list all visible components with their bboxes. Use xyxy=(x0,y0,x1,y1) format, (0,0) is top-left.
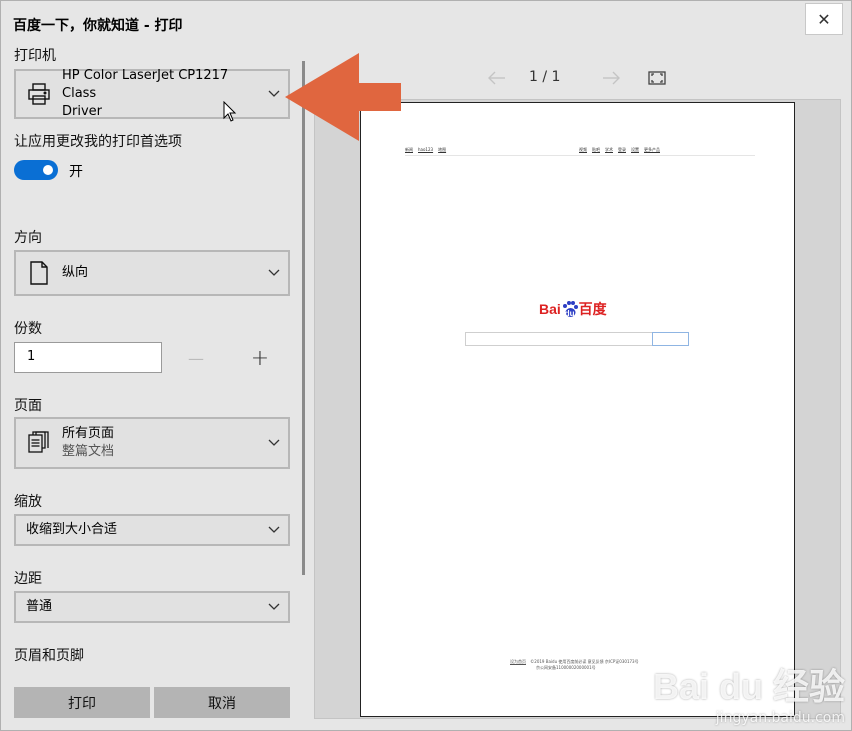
app-pref-toggle[interactable] xyxy=(14,160,58,180)
printer-icon xyxy=(16,82,62,106)
decrement-button[interactable]: — xyxy=(182,344,210,372)
print-button[interactable]: 打印 xyxy=(14,687,150,718)
preview-search-button xyxy=(652,332,689,346)
printer-dropdown[interactable]: HP Color LaserJet CP1217 Class Driver xyxy=(14,68,290,119)
header-footer-label: 页眉和页脚 xyxy=(14,648,84,664)
copies-input[interactable]: 1 xyxy=(14,342,162,373)
preview-link: 学术 xyxy=(605,147,613,152)
dialog-title: 百度一下，你就知道 - 打印 xyxy=(13,18,183,34)
annotation-arrow-icon xyxy=(285,53,401,141)
next-page-button[interactable] xyxy=(601,67,621,89)
preview-page: 新闻 hao123 地图 视频 贴吧 学术 登录 设置 更多产品 Bai du … xyxy=(360,102,795,717)
pages-line1: 所有页面 xyxy=(62,426,115,441)
plus-icon: + xyxy=(250,345,270,371)
preview-top-left-links: 新闻 hao123 地图 xyxy=(405,147,446,153)
preview-link: 设置 xyxy=(631,147,639,152)
preview-link: 地图 xyxy=(438,147,447,152)
baidu-logo: Bai du 百度 xyxy=(539,299,607,319)
preview-top-right-links: 视频 贴吧 学术 登录 设置 更多产品 xyxy=(579,147,660,153)
close-button[interactable]: ✕ xyxy=(805,3,843,35)
pages-icon xyxy=(16,431,62,455)
baidu-jingyan-watermark: Bai du 经验 jingyan.baidu.com xyxy=(653,658,845,726)
print-dialog: 百度一下，你就知道 - 打印 ✕ 打印机 HP Color LaserJet C… xyxy=(0,0,852,731)
logo-text-du: du xyxy=(564,308,575,318)
watermark-brand: Bai du 经验 xyxy=(652,666,845,707)
chevron-down-icon xyxy=(260,439,288,447)
minus-icon: — xyxy=(188,348,204,368)
preview-link: 更多产品 xyxy=(644,147,660,152)
printer-name-line1: HP Color LaserJet CP1217 Class xyxy=(62,68,229,101)
logo-text-right: 百度 xyxy=(578,301,607,317)
cancel-button[interactable]: 取消 xyxy=(154,687,290,718)
margins-dropdown[interactable]: 普通 xyxy=(14,591,290,623)
margins-label: 边距 xyxy=(14,571,42,587)
chevron-down-icon xyxy=(260,603,288,611)
pages-label: 页面 xyxy=(14,398,42,414)
logo-text-left: Bai xyxy=(539,301,561,317)
preview-link: hao123 xyxy=(418,147,434,152)
toggle-knob xyxy=(43,165,53,175)
chevron-down-icon xyxy=(260,526,288,534)
increment-button[interactable]: + xyxy=(246,344,274,372)
page-indicator: 1 / 1 xyxy=(529,69,561,85)
fit-page-button[interactable] xyxy=(648,67,666,89)
close-icon: ✕ xyxy=(817,9,831,29)
pages-selected: 所有页面 整篇文档 xyxy=(62,425,260,461)
scale-dropdown[interactable]: 收缩到大小合适 xyxy=(14,514,290,546)
orientation-dropdown[interactable]: 纵向 xyxy=(14,250,290,296)
arrow-right-icon xyxy=(603,71,620,85)
preview-footer-text: ©2019 Baidu 使用百度前必读 意见反馈 京ICP证030173号 xyxy=(530,659,639,664)
pages-line2: 整篇文档 xyxy=(62,444,115,459)
preview-search-box xyxy=(465,332,653,346)
preview-footer-line2: 京公网安备11000002000001号 xyxy=(536,665,596,670)
preview-link: 登录 xyxy=(618,147,626,152)
preview-link: 贴吧 xyxy=(592,147,600,152)
fit-to-page-icon xyxy=(648,71,666,85)
portrait-page-icon xyxy=(16,261,62,285)
printer-label: 打印机 xyxy=(14,48,56,64)
mouse-cursor-icon xyxy=(223,101,237,122)
preview-link: 视频 xyxy=(579,147,587,152)
preview-header-divider xyxy=(405,155,755,156)
margins-selected: 普通 xyxy=(26,599,53,614)
scale-selected: 收缩到大小合适 xyxy=(26,522,118,537)
chevron-down-icon xyxy=(260,269,288,277)
prev-page-button[interactable] xyxy=(487,67,507,89)
orientation-selected: 纵向 xyxy=(62,265,89,280)
watermark-site: jingyan.baidu.com xyxy=(715,710,845,726)
copies-label: 份数 xyxy=(14,321,42,337)
app-pref-label: 让应用更改我的打印首选项 xyxy=(14,134,182,150)
pages-dropdown[interactable]: 所有页面 整篇文档 xyxy=(14,417,290,469)
scale-label: 缩放 xyxy=(14,494,42,510)
preview-footer-link: 设为首页 xyxy=(510,659,526,664)
orientation-label: 方向 xyxy=(14,230,42,246)
toggle-state-label: 开 xyxy=(69,164,83,180)
preview-link: 新闻 xyxy=(405,147,413,152)
arrow-left-icon xyxy=(488,71,505,85)
